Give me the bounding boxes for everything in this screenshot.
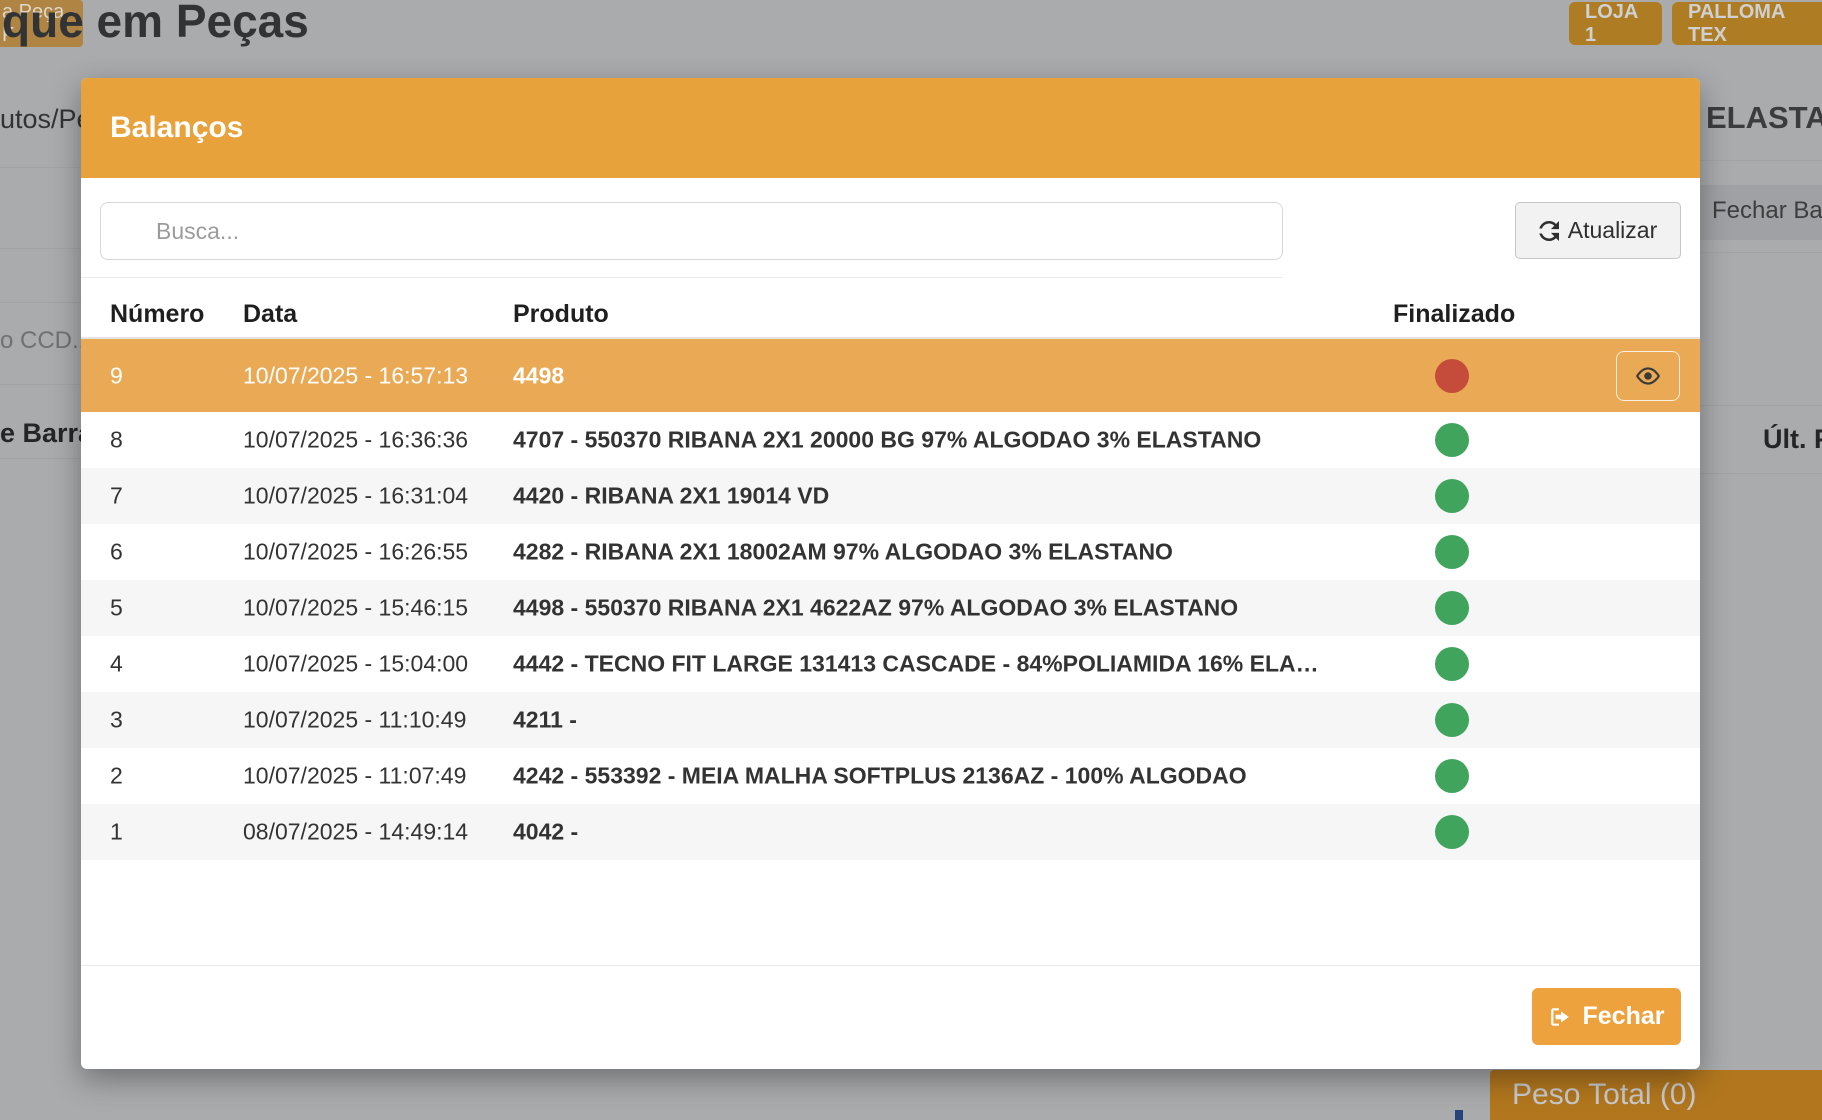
- cell-numero: 5: [110, 595, 123, 622]
- column-header-produto: Produto: [513, 300, 609, 329]
- refresh-icon: [1539, 221, 1559, 241]
- cell-produto: 4042 -: [513, 819, 578, 846]
- peso-total-bar: Peso Total (0): [1490, 1070, 1822, 1120]
- table-row[interactable]: 5 10/07/2025 - 15:46:15 4498 - 550370 RI…: [81, 580, 1700, 636]
- cell-data: 10/07/2025 - 16:36:36: [243, 427, 468, 454]
- cell-numero: 8: [110, 427, 123, 454]
- table-row[interactable]: 7 10/07/2025 - 16:31:04 4420 - RIBANA 2X…: [81, 468, 1700, 524]
- column-header-numero: Número: [110, 300, 204, 329]
- cell-produto: 4498: [513, 362, 564, 389]
- table-header: Número Data Produto Finalizado: [81, 300, 1682, 336]
- cell-produto: 4707 - 550370 RIBANA 2X1 20000 BG 97% AL…: [513, 427, 1261, 454]
- cell-produto: 4242 - 553392 - MEIA MALHA SOFTPLUS 2136…: [513, 763, 1247, 790]
- view-button[interactable]: [1616, 351, 1680, 401]
- table-rows: 9 10/07/2025 - 16:57:13 4498 8 10/07/202…: [81, 339, 1700, 860]
- status-dot: [1435, 591, 1469, 625]
- table-row[interactable]: 8 10/07/2025 - 16:36:36 4707 - 550370 RI…: [81, 412, 1700, 468]
- company-button-label: PALLOMA TEX: [1688, 1, 1822, 47]
- cell-numero: 3: [110, 707, 123, 734]
- table-row[interactable]: 6 10/07/2025 - 16:26:55 4282 - RIBANA 2X…: [81, 524, 1700, 580]
- bg-product-fragment: ELASTAN: [1706, 100, 1822, 136]
- cell-produto: 4498 - 550370 RIBANA 2X1 4622AZ 97% ALGO…: [513, 595, 1238, 622]
- cell-numero: 7: [110, 483, 123, 510]
- eye-icon: [1635, 363, 1661, 389]
- cell-data: 10/07/2025 - 11:07:49: [243, 763, 466, 790]
- status-dot: [1435, 647, 1469, 681]
- refresh-button-label: Atualizar: [1568, 217, 1657, 244]
- cell-produto: 4442 - TECNO FIT LARGE 131413 CASCADE - …: [513, 651, 1319, 678]
- status-dot: [1435, 815, 1469, 849]
- screen: que em Peças LOJA 1 PALLOMA TEX utos/Pe …: [0, 0, 1822, 1120]
- column-header-finalizado: Finalizado: [1393, 300, 1515, 329]
- modal-footer-divider: [81, 965, 1700, 966]
- cell-data: 10/07/2025 - 15:46:15: [243, 595, 468, 622]
- cell-data: 08/07/2025 - 14:49:14: [243, 819, 468, 846]
- status-dot: [1435, 703, 1469, 737]
- bg-barcode-label-fragment: e Barra: [0, 418, 93, 449]
- table-row[interactable]: 2 10/07/2025 - 11:07:49 4242 - 553392 - …: [81, 748, 1700, 804]
- status-dot: [1435, 359, 1469, 393]
- modal-title: Balanços: [110, 111, 243, 145]
- search-input[interactable]: [100, 202, 1283, 260]
- table-row[interactable]: 3 10/07/2025 - 11:10:49 4211 -: [81, 692, 1700, 748]
- cell-data: 10/07/2025 - 16:31:04: [243, 483, 468, 510]
- status-dot: [1435, 423, 1469, 457]
- bg-input-fragment: o CCD...: [0, 327, 92, 355]
- balancos-modal: Balanços Atualizar Número Data Produto F…: [81, 78, 1700, 1069]
- store-button[interactable]: LOJA 1: [1569, 2, 1662, 45]
- status-dot: [1435, 479, 1469, 513]
- table-row[interactable]: 4 10/07/2025 - 15:04:00 4442 - TECNO FIT…: [81, 636, 1700, 692]
- cell-produto: 4282 - RIBANA 2X1 18002AM 97% ALGODAO 3%…: [513, 539, 1173, 566]
- cell-data: 10/07/2025 - 16:57:13: [243, 362, 468, 389]
- bg-last-price-fragment: Últ. P: [1763, 424, 1822, 455]
- company-button[interactable]: PALLOMA TEX: [1672, 2, 1822, 45]
- bg-tab-fragment: utos/Pe: [0, 104, 92, 135]
- store-button-label: LOJA 1: [1585, 1, 1646, 47]
- cell-data: 10/07/2025 - 11:10:49: [243, 707, 466, 734]
- close-modal-label: Fechar: [1583, 1002, 1665, 1031]
- page-title: que em Peças: [2, 0, 309, 48]
- bg-blue-fragment: [1455, 1110, 1463, 1120]
- cell-numero: 4: [110, 651, 123, 678]
- cell-produto: 4420 - RIBANA 2X1 19014 VD: [513, 483, 829, 510]
- bg-close-balance-button[interactable]: Fechar Balan: [1700, 185, 1822, 240]
- sign-out-icon: [1549, 1006, 1571, 1028]
- refresh-button[interactable]: Atualizar: [1515, 202, 1681, 259]
- cell-numero: 2: [110, 763, 123, 790]
- bg-close-balance-label: Fechar Balan: [1712, 197, 1822, 225]
- cell-data: 10/07/2025 - 15:04:00: [243, 651, 468, 678]
- cell-numero: 9: [110, 362, 123, 389]
- table-row[interactable]: 9 10/07/2025 - 16:57:13 4498: [81, 339, 1700, 412]
- peso-total-label: Peso Total (0): [1512, 1078, 1697, 1112]
- cell-data: 10/07/2025 - 16:26:55: [243, 539, 468, 566]
- close-modal-button[interactable]: Fechar: [1532, 988, 1681, 1045]
- cell-numero: 1: [110, 819, 123, 846]
- search-divider: [81, 277, 1283, 278]
- cell-numero: 6: [110, 539, 123, 566]
- status-dot: [1435, 535, 1469, 569]
- modal-header: Balanços: [81, 78, 1700, 178]
- cell-produto: 4211 -: [513, 707, 577, 734]
- column-header-data: Data: [243, 300, 297, 329]
- table-row[interactable]: 1 08/07/2025 - 14:49:14 4042 -: [81, 804, 1700, 860]
- status-dot: [1435, 759, 1469, 793]
